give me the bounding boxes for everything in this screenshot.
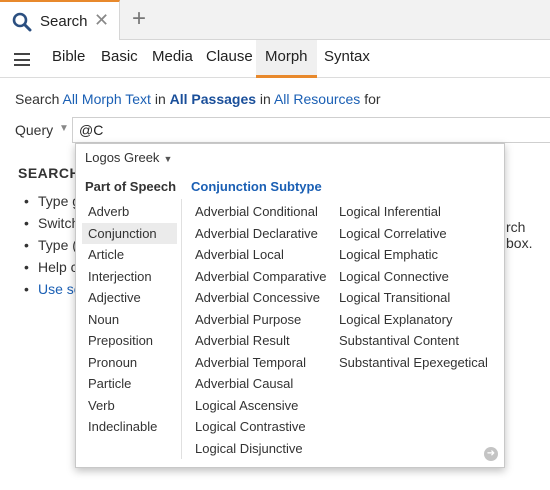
tab-morph[interactable]: Morph	[256, 40, 317, 78]
help-text-tail: rch box.	[506, 219, 533, 251]
toolbar: Bible Basic Media Clause Morph Syntax	[0, 40, 550, 78]
subtype-item[interactable]: Logical Emphatic	[339, 244, 499, 266]
query-input[interactable]	[72, 117, 550, 143]
subtype-item[interactable]: Adverbial Local	[195, 244, 340, 266]
subtype-item[interactable]: Logical Explanatory	[339, 309, 499, 331]
part-of-speech-list: Adverb Conjunction Article Interjection …	[82, 201, 177, 438]
subtype-item[interactable]: Logical Transitional	[339, 287, 499, 309]
pos-item-preposition[interactable]: Preposition	[82, 330, 177, 352]
search-prefix: Search	[15, 91, 60, 107]
subtype-item[interactable]: Adverbial Purpose	[195, 309, 340, 331]
pos-item-adjective[interactable]: Adjective	[82, 287, 177, 309]
part-of-speech-header: Part of Speech	[85, 179, 177, 194]
subtype-item[interactable]: Adverbial Conditional	[195, 201, 340, 223]
chevron-down-icon[interactable]: ▼	[59, 123, 69, 134]
pos-item-adverb[interactable]: Adverb	[82, 201, 177, 223]
subtype-item[interactable]: Logical Connective	[339, 266, 499, 288]
list-item: Help c	[24, 259, 82, 281]
in-label: in	[154, 91, 166, 107]
pos-item-conjunction[interactable]: Conjunction	[82, 222, 177, 244]
subtype-item[interactable]: Logical Correlative	[339, 223, 499, 245]
subtype-item[interactable]: Substantival Content	[339, 330, 499, 352]
tab-title: Search	[40, 13, 88, 30]
resources-link[interactable]: All Resources	[274, 91, 360, 107]
subtype-item[interactable]: Adverbial Declarative	[195, 223, 340, 245]
column-divider	[181, 199, 182, 459]
for-label: for	[364, 91, 381, 107]
new-tab-button[interactable]: +	[128, 5, 150, 33]
arrow-right-icon[interactable]: ➜	[484, 447, 498, 461]
tab-basic[interactable]: Basic	[92, 40, 147, 78]
language-selector[interactable]: Logos Greek ▼	[85, 150, 172, 165]
tab-syntax[interactable]: Syntax	[315, 40, 379, 78]
list-item: Switch	[24, 215, 82, 237]
subtype-item[interactable]: Logical Disjunctive	[195, 438, 340, 460]
query-label: Query	[15, 122, 54, 138]
tab-clause[interactable]: Clause	[197, 40, 262, 78]
subtype-item[interactable]: Adverbial Causal	[195, 373, 340, 395]
tab-bible[interactable]: Bible	[43, 40, 94, 78]
pos-item-indeclinable[interactable]: Indeclinable	[82, 416, 177, 438]
pos-item-article[interactable]: Article	[82, 244, 177, 266]
subtype-item[interactable]: Adverbial Comparative	[195, 266, 340, 288]
subtype-list-col1: Adverbial Conditional Adverbial Declarat…	[195, 201, 340, 459]
subtype-header: Conjunction Subtype	[191, 179, 322, 194]
subtype-item[interactable]: Adverbial Result	[195, 330, 340, 352]
passages-link[interactable]: All Passages	[170, 91, 256, 107]
pos-item-pronoun[interactable]: Pronoun	[82, 352, 177, 374]
pos-item-noun[interactable]: Noun	[82, 309, 177, 331]
pos-item-interjection[interactable]: Interjection	[82, 266, 177, 288]
text-scope-link[interactable]: All Morph Text	[62, 91, 150, 107]
subtype-item[interactable]: Adverbial Concessive	[195, 287, 340, 309]
in-label: in	[259, 91, 271, 107]
tab-media[interactable]: Media	[143, 40, 202, 78]
morph-picker-popup: Logos Greek ▼ Part of Speech Conjunction …	[75, 143, 505, 468]
pos-item-particle[interactable]: Particle	[82, 373, 177, 395]
search-scope-line: Search All Morph Text in All Passages in…	[15, 91, 381, 107]
search-icon	[12, 12, 32, 32]
list-item: Type (	[24, 237, 82, 259]
language-label: Logos Greek	[85, 150, 160, 165]
subtype-item[interactable]: Substantival Epexegetical	[339, 352, 499, 374]
subtype-list-col2: Logical Inferential Logical Correlative …	[339, 201, 499, 373]
search-help-heading: SEARCH	[18, 165, 81, 181]
tab-strip: Search ✕ +	[0, 0, 550, 40]
pos-item-verb[interactable]: Verb	[82, 395, 177, 417]
list-item-link[interactable]: Use se	[24, 281, 82, 303]
list-item: Type g	[24, 193, 82, 215]
subtype-item[interactable]: Logical Contrastive	[195, 416, 340, 438]
close-icon[interactable]: ✕	[94, 10, 109, 31]
chevron-down-icon: ▼	[163, 154, 173, 164]
subtype-item[interactable]: Logical Inferential	[339, 201, 499, 223]
subtype-item[interactable]: Adverbial Temporal	[195, 352, 340, 374]
hamburger-icon[interactable]	[14, 53, 30, 66]
help-list: Type g Switch Type ( Help c Use se	[24, 193, 82, 303]
subtype-item[interactable]: Logical Ascensive	[195, 395, 340, 417]
tab-search[interactable]: Search ✕	[0, 0, 120, 40]
